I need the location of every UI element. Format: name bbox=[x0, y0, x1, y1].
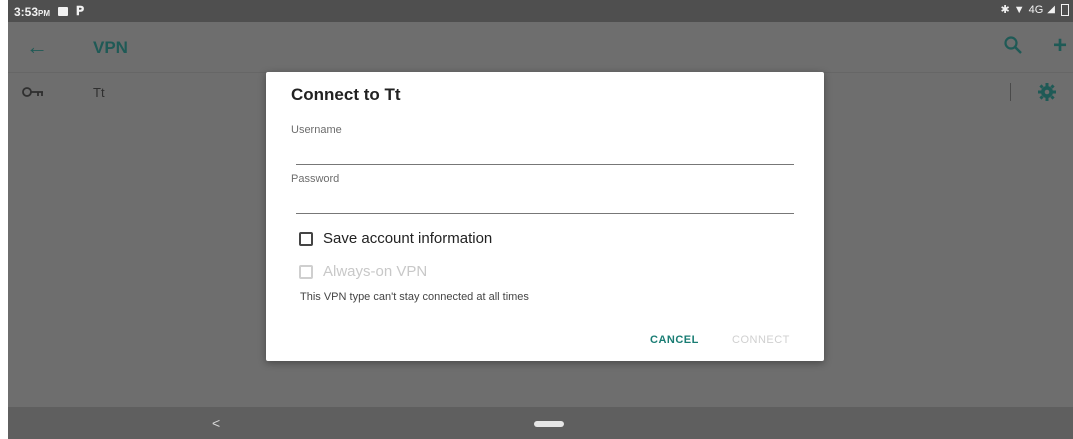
username-label: Username bbox=[291, 124, 342, 136]
gear-icon[interactable] bbox=[1037, 82, 1057, 102]
vpn-name: Tt bbox=[93, 85, 105, 100]
clock-ampm: PM bbox=[38, 8, 51, 18]
clock-time: 3:53 bbox=[14, 4, 39, 19]
save-account-label: Save account information bbox=[323, 230, 493, 247]
divider bbox=[1010, 83, 1011, 101]
bluetooth-icon: ✱ bbox=[1000, 4, 1010, 16]
status-bar: 3:53PM 𝐏 ✱ ▼ 4G ◢ bbox=[8, 0, 1073, 22]
navigation-bar: < bbox=[8, 407, 1073, 439]
always-on-row[interactable]: Always-on VPN bbox=[299, 263, 427, 280]
always-on-checkbox[interactable] bbox=[299, 264, 313, 279]
nav-home-button[interactable] bbox=[534, 421, 564, 427]
status-right: ✱ ▼ 4G ◢ bbox=[1000, 3, 1069, 16]
save-account-checkbox[interactable] bbox=[299, 231, 313, 246]
save-account-row[interactable]: Save account information bbox=[299, 230, 492, 247]
clock: 3:53PM bbox=[14, 5, 50, 19]
cancel-button[interactable]: CANCEL bbox=[650, 334, 699, 346]
network-type: 4G bbox=[1028, 3, 1044, 16]
add-vpn-icon[interactable]: + bbox=[1053, 32, 1067, 60]
app-bar: ← VPN + bbox=[8, 22, 1073, 73]
always-on-hint: This VPN type can't stay connected at al… bbox=[300, 291, 529, 303]
connect-button[interactable]: CONNECT bbox=[732, 334, 790, 346]
always-on-label: Always-on VPN bbox=[323, 263, 428, 280]
signal-icon: ◢ bbox=[1047, 4, 1055, 15]
password-label: Password bbox=[291, 173, 340, 185]
image-notification-icon bbox=[58, 7, 69, 16]
battery-icon bbox=[1061, 3, 1069, 16]
back-arrow-icon[interactable]: ← bbox=[26, 34, 48, 60]
username-field[interactable] bbox=[296, 144, 794, 165]
password-field[interactable] bbox=[296, 193, 794, 214]
connect-dialog: Connect to Tt Username Password Save acc… bbox=[266, 72, 824, 361]
nav-back-button[interactable]: < bbox=[212, 415, 220, 431]
page-title: VPN bbox=[93, 38, 128, 57]
dialog-title: Connect to Tt bbox=[291, 85, 401, 104]
wifi-icon: ▼ bbox=[1013, 3, 1025, 16]
status-left: 3:53PM 𝐏 bbox=[14, 4, 84, 19]
p-notification-icon: 𝐏 bbox=[76, 4, 85, 18]
search-icon[interactable] bbox=[1003, 35, 1025, 57]
key-icon bbox=[22, 87, 43, 97]
